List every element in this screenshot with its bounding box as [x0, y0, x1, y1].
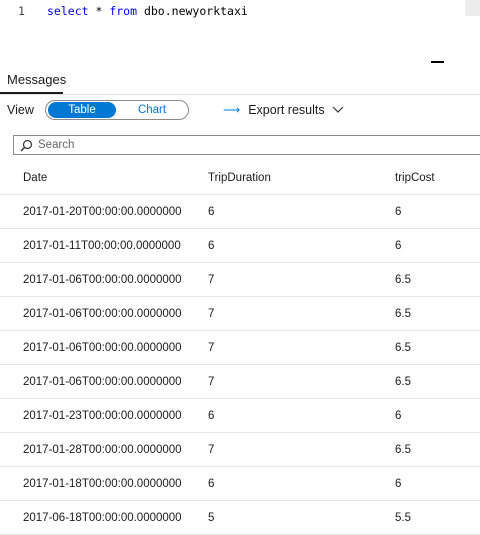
- cell-tripduration[interactable]: 7: [208, 365, 214, 398]
- cell-tripduration[interactable]: 7: [208, 263, 214, 296]
- toggle-chart-button[interactable]: Chart: [118, 102, 186, 118]
- column-header-tripduration[interactable]: TripDuration: [208, 161, 271, 194]
- line-number: 1: [18, 4, 25, 18]
- results-grid: Date TripDuration tripCost 2017-01-20T00…: [0, 161, 480, 535]
- table-row[interactable]: 2017-01-23T00:00:00.0000000 6 6: [0, 399, 480, 433]
- view-toggle[interactable]: Table Chart: [45, 100, 189, 120]
- search-input[interactable]: [38, 137, 438, 153]
- cell-tripduration[interactable]: 6: [208, 467, 214, 500]
- cell-date[interactable]: 2017-01-06T00:00:00.0000000: [23, 331, 182, 364]
- code-table-name: dbo.newyorktaxi: [137, 4, 248, 18]
- cell-tripcost[interactable]: 6: [395, 195, 401, 228]
- search-icon: [20, 139, 33, 152]
- editor-scrollbar[interactable]: [465, 0, 480, 16]
- cell-tripcost[interactable]: 6: [395, 399, 401, 432]
- cell-date[interactable]: 2017-01-06T00:00:00.0000000: [23, 263, 182, 296]
- cell-tripcost[interactable]: 6.5: [395, 297, 411, 330]
- column-header-tripcost[interactable]: tripCost: [395, 161, 435, 194]
- cell-tripcost[interactable]: 6: [395, 467, 401, 500]
- cell-date[interactable]: 2017-01-18T00:00:00.0000000: [23, 467, 182, 500]
- table-row[interactable]: 2017-01-06T00:00:00.0000000 7 6.5: [0, 297, 480, 331]
- query-text[interactable]: select * from dbo.newyorktaxi: [47, 4, 248, 18]
- code-star: *: [88, 4, 110, 18]
- export-arrow-icon: ⟶: [223, 103, 241, 117]
- query-editor[interactable]: 1 select * from dbo.newyorktaxi: [0, 0, 480, 64]
- search-box[interactable]: [13, 135, 480, 155]
- cell-tripcost[interactable]: 6.5: [395, 365, 411, 398]
- cell-date[interactable]: 2017-01-20T00:00:00.0000000: [23, 195, 182, 228]
- cell-tripcost[interactable]: 6.5: [395, 331, 411, 364]
- table-row[interactable]: 2017-01-11T00:00:00.0000000 6 6: [0, 229, 480, 263]
- cell-date[interactable]: 2017-06-18T00:00:00.0000000: [23, 501, 182, 534]
- cell-tripcost[interactable]: 6: [395, 229, 401, 262]
- cell-date[interactable]: 2017-01-06T00:00:00.0000000: [23, 297, 182, 330]
- table-row[interactable]: 2017-06-18T00:00:00.0000000 5 5.5: [0, 501, 480, 535]
- panel-resize-handle[interactable]: [431, 61, 444, 63]
- table-row[interactable]: 2017-01-06T00:00:00.0000000 7 6.5: [0, 365, 480, 399]
- cell-tripcost[interactable]: 5.5: [395, 501, 411, 534]
- cell-date[interactable]: 2017-01-28T00:00:00.0000000: [23, 433, 182, 466]
- keyword-select: select: [47, 4, 89, 18]
- cell-date[interactable]: 2017-01-23T00:00:00.0000000: [23, 399, 182, 432]
- cell-tripduration[interactable]: 7: [208, 297, 214, 330]
- cell-tripcost[interactable]: 6.5: [395, 263, 411, 296]
- toggle-table-button[interactable]: Table: [48, 102, 116, 118]
- table-row[interactable]: 2017-01-06T00:00:00.0000000 7 6.5: [0, 331, 480, 365]
- table-row[interactable]: 2017-01-06T00:00:00.0000000 7 6.5: [0, 263, 480, 297]
- cell-tripduration[interactable]: 5: [208, 501, 214, 534]
- column-header-date[interactable]: Date: [23, 161, 47, 194]
- tab-messages[interactable]: Messages: [7, 72, 66, 87]
- cell-tripcost[interactable]: 6.5: [395, 433, 411, 466]
- table-header-row: Date TripDuration tripCost: [0, 161, 480, 195]
- cell-tripduration[interactable]: 7: [208, 433, 214, 466]
- table-row[interactable]: 2017-01-18T00:00:00.0000000 6 6: [0, 467, 480, 501]
- export-results-button[interactable]: ⟶ Export results: [223, 103, 344, 117]
- chevron-down-icon: [332, 106, 344, 113]
- cell-tripduration[interactable]: 7: [208, 331, 214, 364]
- view-label: View: [7, 103, 34, 117]
- table-row[interactable]: 2017-01-28T00:00:00.0000000 7 6.5: [0, 433, 480, 467]
- export-label: Export results: [248, 103, 325, 117]
- cell-tripduration[interactable]: 6: [208, 399, 214, 432]
- cell-tripduration[interactable]: 6: [208, 195, 214, 228]
- cell-date[interactable]: 2017-01-11T00:00:00.0000000: [23, 229, 181, 262]
- table-row[interactable]: 2017-01-20T00:00:00.0000000 6 6: [0, 195, 480, 229]
- tab-divider: [0, 94, 480, 95]
- cell-tripduration[interactable]: 6: [208, 229, 214, 262]
- cell-date[interactable]: 2017-01-06T00:00:00.0000000: [23, 365, 182, 398]
- keyword-from: from: [109, 4, 138, 18]
